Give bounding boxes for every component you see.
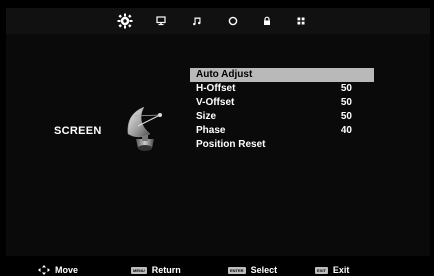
- menu-item-v-offset[interactable]: V-Offset 50: [190, 96, 374, 110]
- footer-return-label: Return: [151, 265, 181, 275]
- menu-item-phase[interactable]: Phase 40: [190, 124, 374, 138]
- menu-item-value: 50: [340, 83, 352, 94]
- apps-grid-icon: [297, 17, 305, 25]
- music-note-icon: [193, 17, 201, 26]
- menu-item-value: 50: [340, 111, 352, 122]
- padlock-icon: [264, 16, 270, 25]
- menu-item-auto-adjust[interactable]: Auto Adjust: [190, 68, 374, 82]
- grid-icon[interactable]: [292, 12, 310, 30]
- gear-icon: [117, 13, 133, 29]
- move-arrows-icon: [38, 265, 50, 275]
- screen-menu-list: Auto Adjust H-Offset 50 V-Offset 50 Size…: [190, 68, 374, 152]
- menu-item-label: Size: [196, 111, 217, 122]
- footer-exit-label: Exit: [332, 265, 350, 275]
- timer-icon: [228, 16, 238, 26]
- menu-item-value: 50: [340, 97, 352, 108]
- footer-select-label: Select: [250, 265, 278, 275]
- picture-settings-icon[interactable]: [116, 12, 134, 30]
- menu-item-h-offset[interactable]: H-Offset 50: [190, 82, 374, 96]
- monitor-icon: [156, 16, 166, 26]
- menu-item-value: 40: [340, 125, 352, 136]
- satellite-dish-icon: [122, 104, 168, 161]
- clock-icon[interactable]: [224, 12, 242, 30]
- menu-title: SCREEN: [54, 125, 102, 137]
- menu-key-icon: MENU: [131, 266, 147, 274]
- footer-move-hint: Move: [38, 264, 78, 276]
- footer-move-label: Move: [55, 265, 79, 275]
- top-menu-bar: [6, 8, 430, 34]
- menu-item-label: Auto Adjust: [196, 69, 253, 80]
- footer-exit-hint: EXIT Exit: [315, 264, 349, 276]
- menu-item-label: V-Offset: [196, 97, 235, 108]
- footer-return-hint: MENU Return: [131, 264, 181, 276]
- footer-select-hint: ENTER Select: [228, 264, 277, 276]
- menu-item-label: Position Reset: [196, 139, 266, 150]
- menu-item-label: Phase: [196, 125, 226, 136]
- menu-item-position-reset[interactable]: Position Reset: [190, 138, 374, 152]
- enter-key-icon: ENTER: [228, 266, 246, 274]
- exit-key-icon: EXIT: [315, 266, 328, 274]
- menu-item-label: H-Offset: [196, 83, 236, 94]
- lock-icon[interactable]: [258, 12, 276, 30]
- menu-item-size[interactable]: Size 50: [190, 110, 374, 124]
- music-icon[interactable]: [188, 12, 206, 30]
- display-icon[interactable]: [152, 12, 170, 30]
